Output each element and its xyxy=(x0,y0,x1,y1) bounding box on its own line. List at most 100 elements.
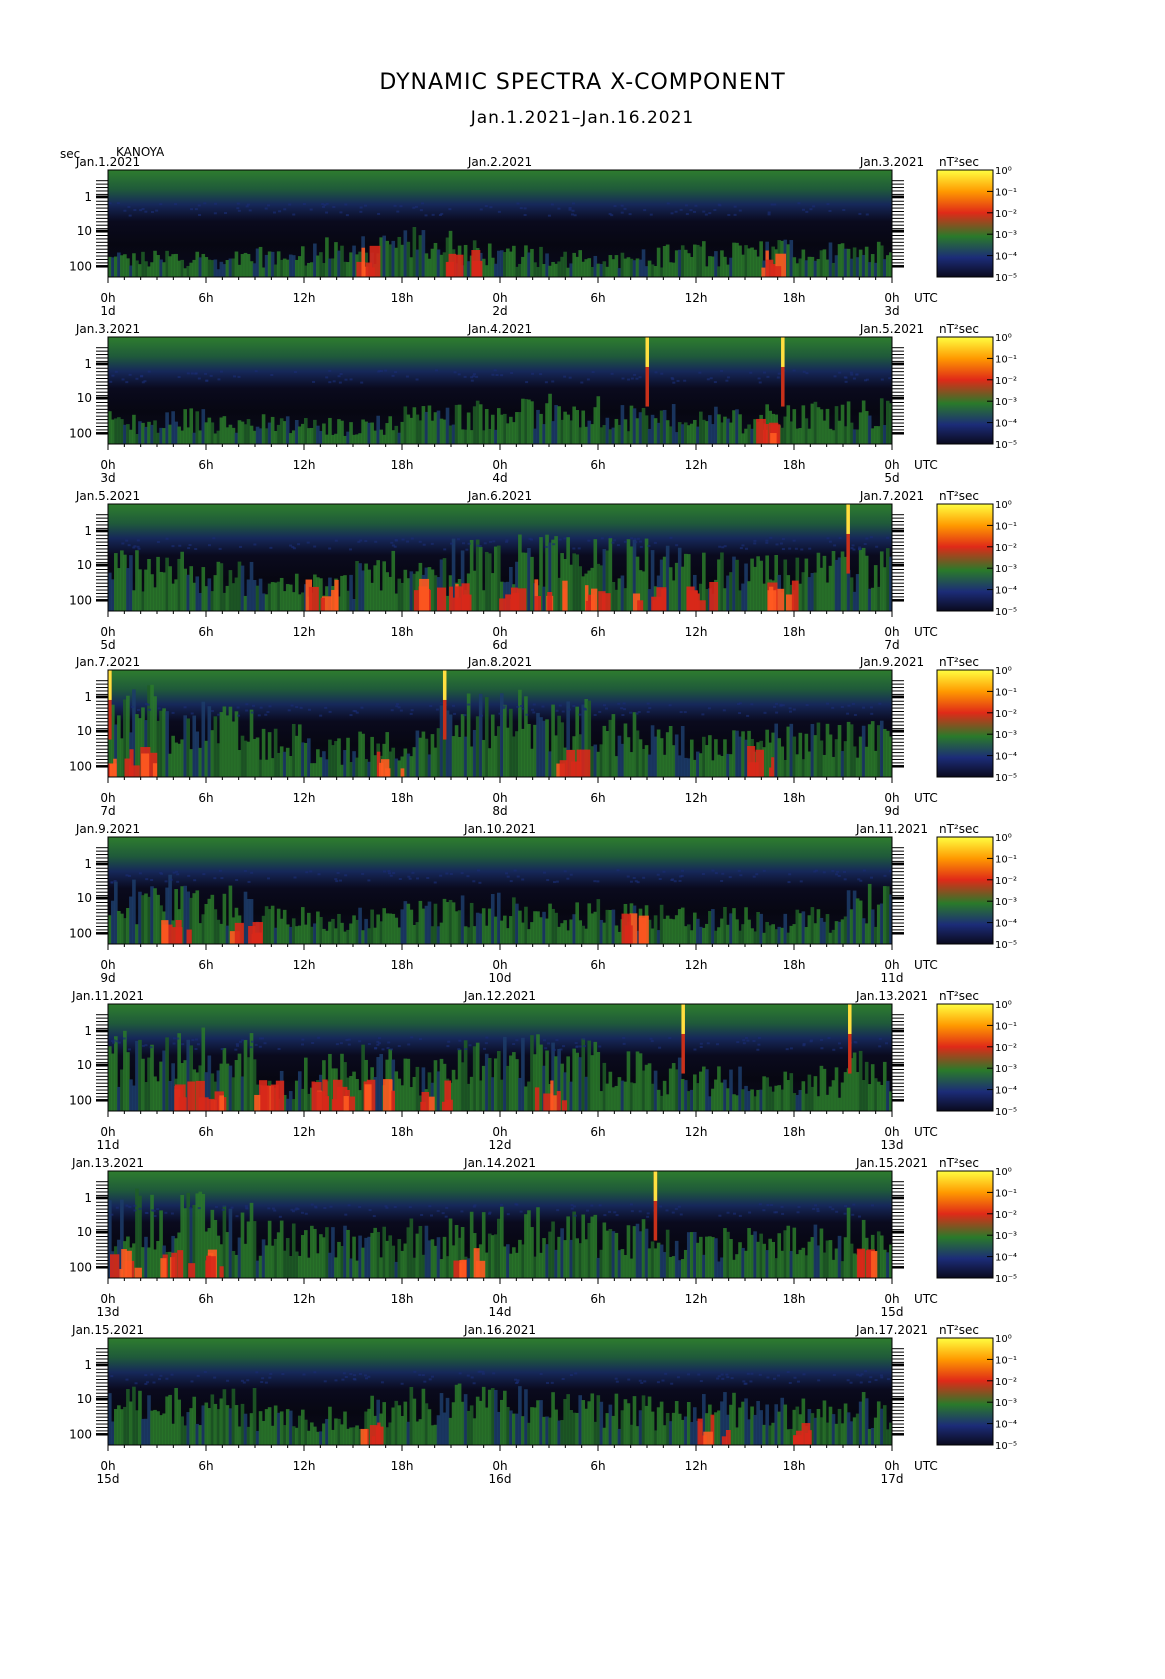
noise-speckle xyxy=(809,208,813,211)
x-tick-label: 12h xyxy=(685,958,708,972)
noise-speckle xyxy=(635,377,639,380)
x-tick-label: 0h xyxy=(100,625,115,639)
noise-speckle xyxy=(757,1036,761,1039)
x-unit-label: UTC xyxy=(914,958,938,972)
x-axis-ticks xyxy=(107,610,893,617)
y-tick-label: 1 xyxy=(84,357,92,371)
noise-speckle xyxy=(687,1372,691,1375)
high-power-patch xyxy=(419,578,430,611)
noise-speckle xyxy=(176,880,180,883)
noise-speckle xyxy=(121,378,125,381)
noise-speckle xyxy=(828,209,832,212)
high-power-patch xyxy=(270,1084,279,1111)
noise-speckle xyxy=(707,707,711,710)
high-power-patch xyxy=(177,1249,184,1278)
noise-speckle xyxy=(443,547,447,550)
noise-speckle xyxy=(460,872,464,875)
noise-speckle xyxy=(832,1373,836,1376)
noise-speckle xyxy=(365,1376,369,1379)
noise-speckle xyxy=(850,546,854,549)
noise-speckle xyxy=(283,208,287,211)
colorbar-tick-label: 10⁻¹ xyxy=(995,1021,1017,1032)
noise-speckle xyxy=(844,376,848,379)
noise-speckle xyxy=(786,1370,790,1373)
noise-speckle xyxy=(112,1039,116,1042)
noise-speckle xyxy=(125,380,129,383)
spectra-panel-svg: 1 10 100 0h 6h 12h 18h 0h 6h 12h 18h 0h UTC 1d 2d 3d Jan… xyxy=(69,155,1017,318)
noise-speckle xyxy=(646,1215,650,1218)
noise-speckle xyxy=(875,545,879,548)
noise-speckle xyxy=(176,873,180,876)
noise-speckle xyxy=(347,1038,351,1041)
noise-speckle xyxy=(523,213,527,216)
noise-speckle xyxy=(329,1205,333,1208)
noise-speckle xyxy=(849,1381,853,1384)
noise-speckle xyxy=(720,1373,724,1376)
noise-speckle xyxy=(337,374,341,377)
noise-speckle xyxy=(207,543,211,546)
noise-speckle xyxy=(633,537,637,540)
noise-speckle xyxy=(170,1373,174,1376)
y-tick-label: 100 xyxy=(69,760,92,774)
noise-speckle xyxy=(672,381,676,384)
noise-speckle xyxy=(608,212,612,215)
x-tick-label: 0h xyxy=(492,291,507,305)
noise-speckle xyxy=(377,212,381,215)
noise-speckle xyxy=(880,1375,884,1378)
x-unit-label: UTC xyxy=(914,458,938,472)
noise-speckle xyxy=(727,213,731,216)
high-power-patch xyxy=(178,1097,187,1111)
noise-speckle xyxy=(835,1210,839,1213)
noise-speckle xyxy=(250,872,254,875)
noise-speckle xyxy=(615,1380,619,1383)
noise-speckle xyxy=(110,1374,114,1377)
noise-speckle xyxy=(611,541,615,544)
noise-speckle xyxy=(717,1374,721,1377)
spike-mark-core xyxy=(848,1004,852,1034)
noise-speckle xyxy=(253,543,257,546)
noise-speckle xyxy=(820,1047,824,1050)
noise-speckle xyxy=(156,540,160,543)
noise-speckle xyxy=(547,214,551,217)
high-power-patch xyxy=(421,1091,430,1111)
noise-speckle xyxy=(360,381,364,384)
y-tick-label: 10 xyxy=(77,1225,92,1239)
noise-speckle xyxy=(197,377,201,380)
noise-speckle xyxy=(281,1372,285,1375)
date-label: Jan.6.2021 xyxy=(467,489,532,503)
spectra-panel: 1 10 100 0h 6h 12h 18h 0h 6h 12h 18h 0h UTC 5d 6d 7d Jan… xyxy=(0,486,1165,665)
noise-speckle xyxy=(431,213,435,216)
noise-speckle xyxy=(802,208,806,211)
noise-speckle xyxy=(193,879,197,882)
day-label: 16d xyxy=(489,1472,512,1486)
noise-speckle xyxy=(409,713,413,716)
noise-speckle xyxy=(567,708,571,711)
spike-mark-core xyxy=(781,336,785,367)
x-tick-label: 6h xyxy=(198,458,213,472)
noise-speckle xyxy=(701,873,705,876)
noise-speckle xyxy=(862,707,866,710)
noise-speckle xyxy=(523,207,527,210)
noise-speckle xyxy=(240,1379,244,1382)
noise-speckle xyxy=(464,1048,468,1051)
noise-speckle xyxy=(817,1378,821,1381)
noise-speckle xyxy=(141,207,145,210)
noise-speckle xyxy=(608,1210,612,1213)
noise-speckle xyxy=(679,208,683,211)
noise-speckle xyxy=(364,539,368,542)
noise-speckle xyxy=(242,1381,246,1384)
x-tick-label: 0h xyxy=(100,1459,115,1473)
noise-speckle xyxy=(249,1046,253,1049)
noise-speckle xyxy=(257,714,261,717)
noise-speckle xyxy=(236,706,240,709)
noise-speckle xyxy=(673,880,677,883)
date-label: Jan.11.2021 xyxy=(855,822,928,836)
noise-speckle xyxy=(767,213,771,216)
noise-speckle xyxy=(248,209,252,212)
high-power-patch xyxy=(561,1100,568,1111)
noise-speckle xyxy=(531,372,535,375)
noise-speckle xyxy=(853,1040,857,1043)
colorbar-tick-label: 10⁻⁵ xyxy=(995,1441,1017,1452)
x-tick-label: 0h xyxy=(492,1459,507,1473)
noise-speckle xyxy=(430,1214,434,1217)
